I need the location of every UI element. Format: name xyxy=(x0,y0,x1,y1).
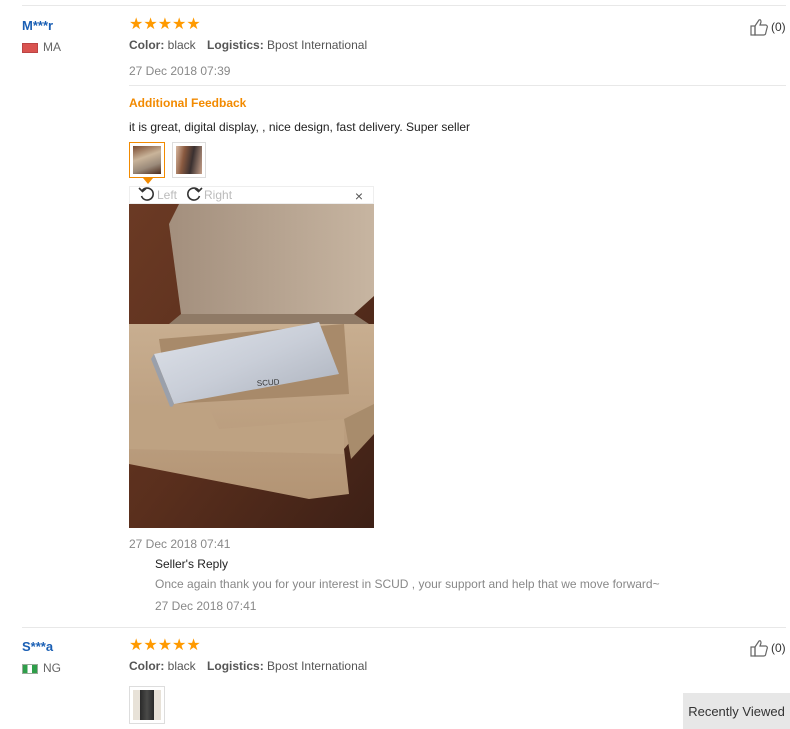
rotate-left-button[interactable]: Left xyxy=(138,186,177,205)
review-photo[interactable]: SCUD xyxy=(129,204,374,528)
logistics-value: Bpost International xyxy=(267,659,368,673)
seller-reply-text: Once again thank you for your interest i… xyxy=(155,577,660,591)
logistics-label: Logistics: xyxy=(207,38,264,52)
color-value: black xyxy=(167,38,196,52)
logistics-label: Logistics: xyxy=(207,659,264,673)
reviewer-name[interactable]: S***a xyxy=(22,639,53,654)
helpful-count: (0) xyxy=(771,20,786,34)
photo-brand-text: SCUD xyxy=(257,377,280,388)
thumbnail-image xyxy=(176,146,202,174)
helpful-button[interactable]: (0) xyxy=(750,18,786,36)
additional-feedback-text: it is great, digital display, , nice des… xyxy=(129,120,471,134)
photo-thumbnail[interactable] xyxy=(172,142,206,178)
photo-thumbnail[interactable] xyxy=(129,686,165,724)
color-label: Color: xyxy=(129,38,165,52)
reviewer-country: NG xyxy=(22,661,61,675)
recently-viewed-button[interactable]: Recently Viewed xyxy=(683,693,790,729)
helpful-count: (0) xyxy=(771,641,786,655)
thumbnail-image xyxy=(133,146,161,174)
thumbs-up-icon xyxy=(750,18,769,36)
additional-feedback-title: Additional Feedback xyxy=(129,96,247,110)
order-info: Color: black Logistics: Bpost Internatio… xyxy=(129,38,367,52)
feedback-divider xyxy=(129,85,786,86)
logistics-value: Bpost International xyxy=(267,38,368,52)
color-label: Color: xyxy=(129,659,165,673)
thumbnail-image xyxy=(133,690,161,720)
star-rating: ★★★★★ xyxy=(129,637,201,654)
selected-thumbnail-pointer xyxy=(143,178,153,184)
star-rating: ★★★★★ xyxy=(129,16,201,33)
rotate-right-button[interactable]: Right xyxy=(185,186,232,205)
order-info: Color: black Logistics: Bpost Internatio… xyxy=(129,659,367,673)
rotate-right-label: Right xyxy=(204,188,233,202)
review-photo-image: SCUD xyxy=(129,204,374,528)
country-code: NG xyxy=(43,661,61,675)
helpful-button[interactable]: (0) xyxy=(750,639,786,657)
review-divider xyxy=(22,627,786,628)
review-divider-top xyxy=(22,5,786,6)
color-value: black xyxy=(167,659,196,673)
seller-reply-title: Seller's Reply xyxy=(155,557,228,571)
flag-icon xyxy=(22,663,38,674)
photo-viewer-toolbar: Left Right × xyxy=(129,186,374,204)
reviewer-name[interactable]: M***r xyxy=(22,18,53,33)
close-icon[interactable]: × xyxy=(355,187,363,205)
photo-thumbnail[interactable] xyxy=(129,142,165,178)
rotate-left-label: Left xyxy=(157,188,178,202)
seller-reply-date: 27 Dec 2018 07:41 xyxy=(155,599,257,613)
country-code: MA xyxy=(43,40,61,54)
review-date: 27 Dec 2018 07:39 xyxy=(129,64,231,78)
flag-icon xyxy=(22,42,38,53)
rotate-right-icon xyxy=(185,186,203,205)
additional-feedback-date: 27 Dec 2018 07:41 xyxy=(129,537,231,551)
reviewer-country: MA xyxy=(22,40,61,54)
thumbs-up-icon xyxy=(750,639,769,657)
rotate-left-icon xyxy=(138,186,156,205)
